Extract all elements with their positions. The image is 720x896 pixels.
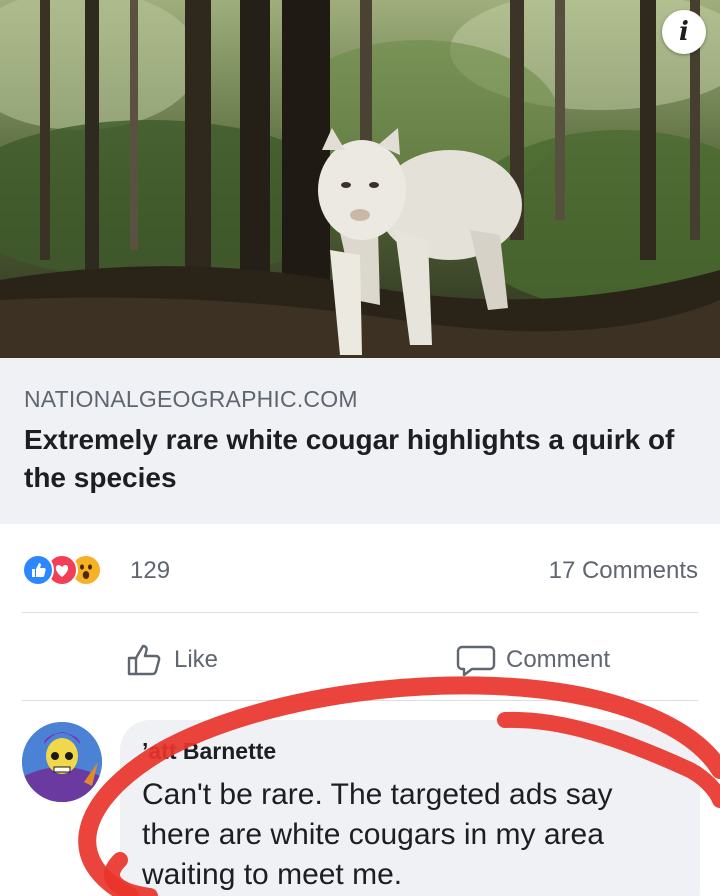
divider	[22, 612, 698, 613]
like-label: Like	[174, 646, 219, 673]
comment-author[interactable]: ’att Barnette	[142, 738, 678, 765]
action-bar: Like Comment	[0, 626, 720, 696]
info-icon[interactable]: i	[662, 10, 706, 54]
thumbs-up-icon	[127, 644, 161, 676]
link-preview[interactable]: NATIONALGEOGRAPHIC.COM Extremely rare wh…	[0, 358, 720, 524]
reactions-summary: 129 17 Comments	[0, 540, 720, 600]
post-photo[interactable]: i	[0, 0, 720, 358]
divider	[22, 700, 698, 701]
reaction-count[interactable]: 129	[130, 557, 170, 585]
comment-bubble-icon	[456, 645, 496, 677]
like-reaction-icon	[22, 554, 54, 586]
link-domain: NATIONALGEOGRAPHIC.COM	[24, 386, 358, 412]
like-button[interactable]: Like	[126, 640, 218, 680]
comments-count[interactable]: 17 Comments	[549, 557, 698, 585]
comment-label: Comment	[506, 646, 611, 673]
avatar[interactable]	[22, 722, 102, 802]
link-title[interactable]: Extremely rare white cougar highlights a…	[24, 421, 684, 497]
skeletor-avatar-icon	[22, 722, 102, 802]
comment-button[interactable]: Comment	[456, 640, 610, 680]
comment-bubble[interactable]: ’att Barnette Can't be rare. The targete…	[120, 720, 700, 896]
comment-item: ’att Barnette Can't be rare. The targete…	[0, 706, 720, 896]
white-cougar-photo	[0, 0, 720, 358]
comment-text: Can't be rare. The targeted ads say ther…	[142, 778, 613, 891]
